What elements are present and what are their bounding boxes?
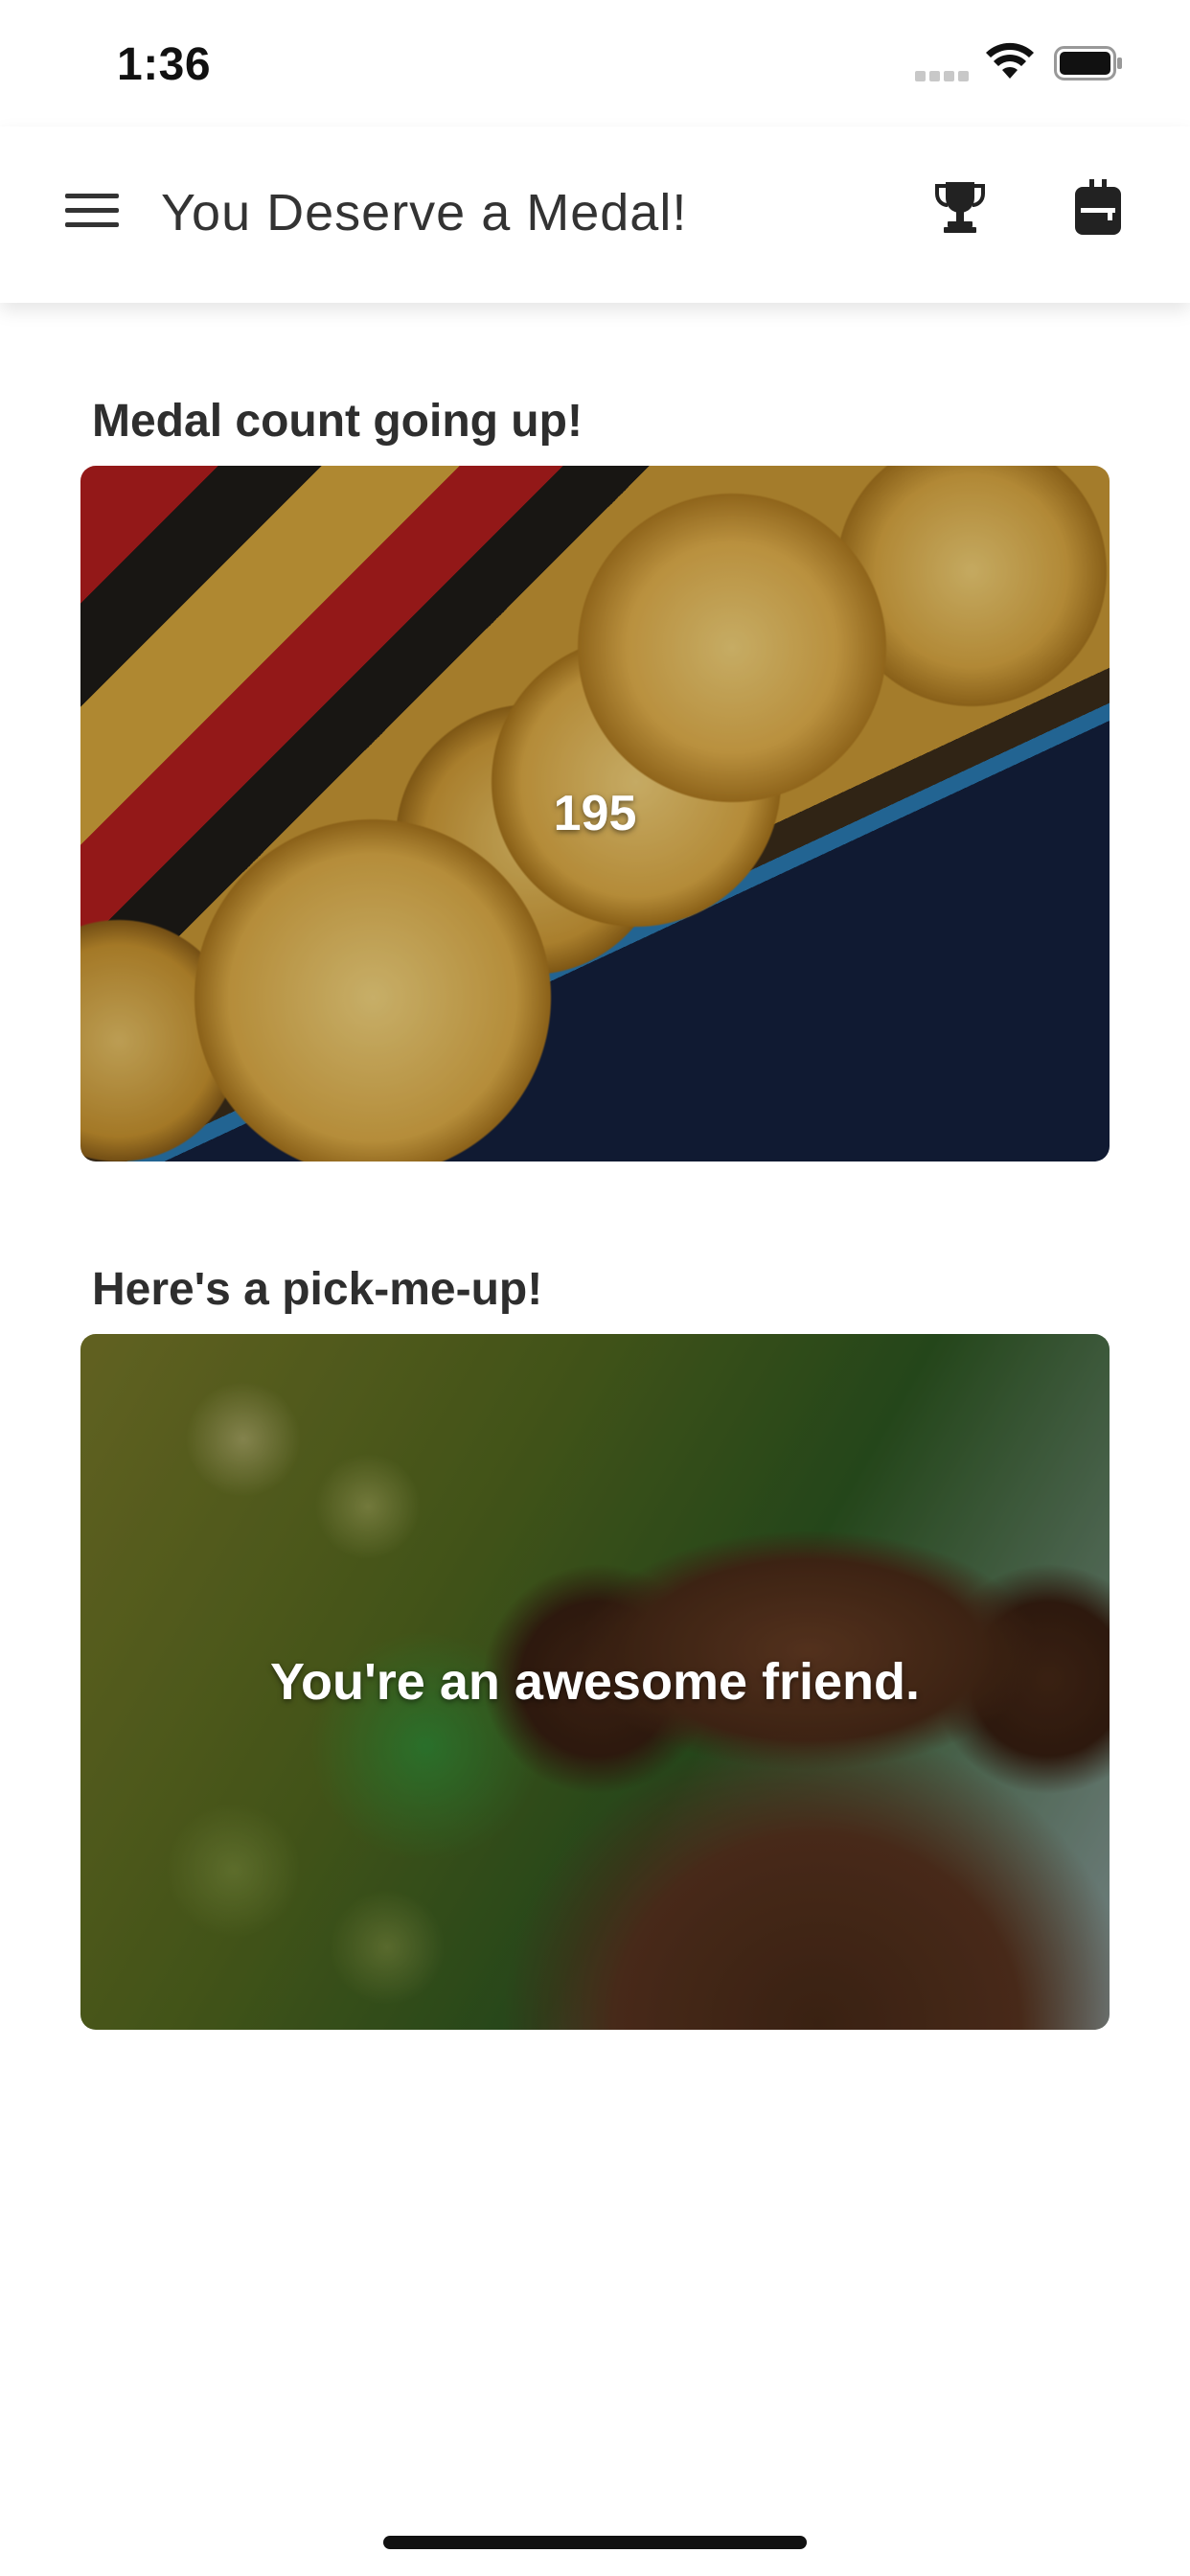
trophy-button[interactable]: [920, 167, 1000, 247]
status-bar: 1:36: [0, 0, 1190, 126]
wifi-icon: [986, 42, 1034, 79]
medal-count-value: 195: [553, 786, 637, 841]
app-bar: You Deserve a Medal!: [0, 126, 1190, 303]
pickme-message: You're an awesome friend.: [269, 1653, 921, 1711]
pickme-card[interactable]: You're an awesome friend.: [80, 1334, 1110, 2030]
backpack-icon: [1075, 179, 1121, 235]
menu-button[interactable]: [54, 172, 130, 249]
status-time: 1:36: [117, 39, 212, 90]
pickme-message-overlay: You're an awesome friend.: [80, 1334, 1110, 2030]
medal-section-title: Medal count going up!: [92, 396, 583, 447]
medal-count-card[interactable]: 195: [80, 466, 1110, 1162]
battery-icon: [1054, 46, 1122, 80]
backpack-button[interactable]: [1058, 167, 1138, 247]
pickme-section-title: Here's a pick-me-up!: [92, 1264, 543, 1315]
hamburger-menu-icon: [65, 194, 119, 227]
medal-count-overlay: 195: [80, 466, 1110, 1162]
home-indicator[interactable]: [383, 2536, 807, 2549]
page-title: You Deserve a Medal!: [161, 184, 688, 242]
cellular-signal-icon: [915, 71, 969, 82]
trophy-icon: [935, 182, 985, 233]
